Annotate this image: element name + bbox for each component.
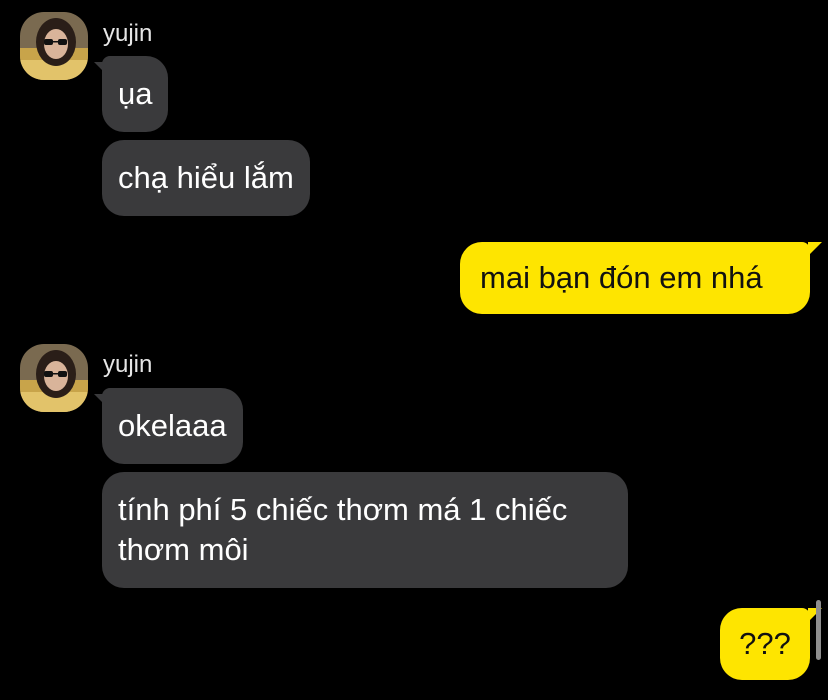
message-bubble-incoming[interactable]: ụa (102, 56, 169, 132)
message-bubble-outgoing[interactable]: mai bạn đón em nhá (460, 242, 810, 314)
scrollbar[interactable] (816, 600, 821, 660)
message-text: chạ hiểu lắm (118, 160, 294, 195)
avatar[interactable] (20, 12, 88, 80)
bubble-tail (808, 242, 822, 256)
message-text: tính phí 5 chiếc thơm má 1 chiếc thơm mô… (118, 492, 568, 567)
message-text: ụa (118, 76, 153, 111)
message-bubble-incoming[interactable]: tính phí 5 chiếc thơm má 1 chiếc thơm mô… (102, 472, 628, 588)
sender-name: yujin (103, 351, 153, 378)
message-text: mai bạn đón em nhá (480, 260, 763, 295)
message-text: ??? (739, 626, 791, 661)
message-bubble-incoming[interactable]: chạ hiểu lắm (102, 140, 310, 216)
sender-name: yujin (103, 20, 153, 47)
avatar[interactable] (20, 344, 88, 412)
message-text: okelaaa (118, 408, 227, 443)
message-bubble-outgoing[interactable]: ??? (720, 608, 810, 680)
message-bubble-incoming[interactable]: okelaaa (102, 388, 243, 464)
